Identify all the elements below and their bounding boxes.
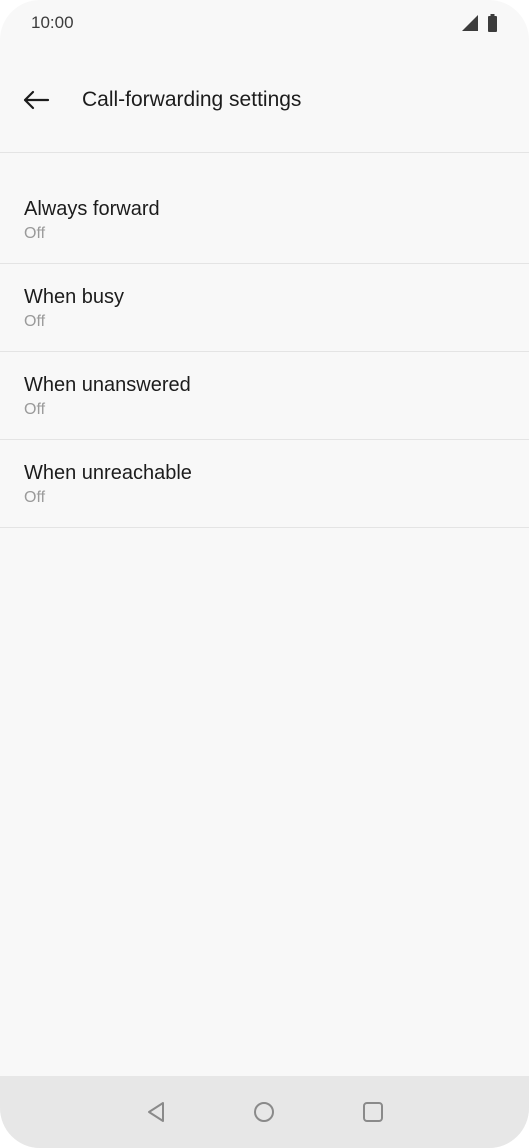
setting-always-forward[interactable]: Always forward Off <box>0 176 529 264</box>
nav-home-button[interactable] <box>244 1092 284 1132</box>
home-circle-icon <box>254 1102 274 1122</box>
status-bar: 10:00 <box>0 0 529 48</box>
setting-label: When unreachable <box>24 462 192 484</box>
recents-square-icon <box>363 1102 383 1122</box>
header-divider <box>0 152 529 153</box>
status-time: 10:00 <box>31 13 74 32</box>
app-bar: Call-forwarding settings <box>0 60 529 140</box>
setting-label: Always forward <box>24 198 160 220</box>
phone-screen: 10:00 Call-forwarding settings Always fo… <box>0 0 529 1148</box>
setting-status: Off <box>24 489 46 506</box>
back-button[interactable] <box>14 78 58 122</box>
setting-when-unreachable[interactable]: When unreachable Off <box>0 440 529 528</box>
setting-status: Off <box>24 313 46 330</box>
setting-when-busy[interactable]: When busy Off <box>0 264 529 352</box>
status-icons <box>461 14 498 32</box>
navigation-bar <box>0 1076 529 1148</box>
nav-back-button[interactable] <box>136 1092 176 1132</box>
arrow-left-icon <box>23 90 50 110</box>
back-triangle-icon <box>148 1102 164 1122</box>
setting-label: When unanswered <box>24 374 191 396</box>
signal-icon <box>462 15 478 31</box>
nav-recents-button[interactable] <box>353 1092 393 1132</box>
setting-when-unanswered[interactable]: When unanswered Off <box>0 352 529 440</box>
setting-status: Off <box>24 401 46 418</box>
setting-label: When busy <box>24 286 125 308</box>
battery-icon <box>488 14 497 32</box>
setting-status: Off <box>24 225 46 242</box>
page-title: Call-forwarding settings <box>82 88 302 111</box>
settings-list: Always forward Off When busy Off When un… <box>0 176 529 528</box>
